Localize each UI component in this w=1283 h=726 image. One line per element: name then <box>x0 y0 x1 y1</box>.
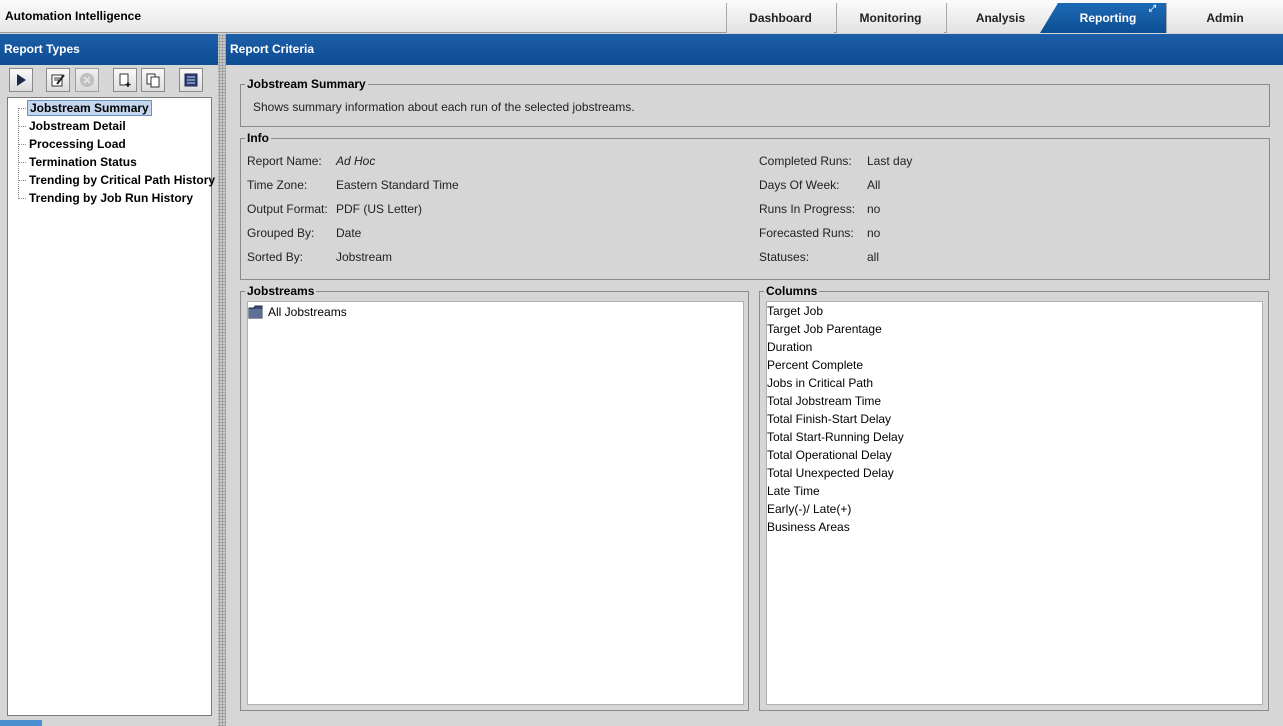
left-pane: Jobstream Summary Jobstream Detail Proce… <box>0 65 218 726</box>
top-bar: Automation Intelligence Dashboard Monito… <box>0 0 1283 33</box>
status-indicator <box>0 720 42 726</box>
info-group: Info Report Name: Ad Hoc Time Zone: East… <box>240 131 1270 280</box>
tree-item-jobstream-detail[interactable]: Jobstream Detail <box>27 118 128 134</box>
list-item[interactable]: Late Time <box>767 482 820 500</box>
pane-splitter[interactable] <box>218 34 226 726</box>
list-item[interactable]: Total Jobstream Time <box>767 392 881 410</box>
forecasted-runs-value: no <box>867 226 881 240</box>
expand-icon[interactable]: ⤢ <box>1149 3 1156 23</box>
report-types-tree[interactable]: Jobstream Summary Jobstream Detail Proce… <box>7 97 215 716</box>
tree-connector <box>18 144 26 145</box>
tab-dashboard[interactable]: Dashboard <box>726 3 834 33</box>
summary-title: Jobstream Summary <box>245 77 368 91</box>
run-report-button[interactable] <box>9 68 33 92</box>
folder-icon <box>248 305 263 319</box>
completed-runs-value: Last day <box>867 154 913 168</box>
copy-report-button[interactable] <box>141 68 165 92</box>
tree-item-jobstream-summary[interactable]: Jobstream Summary <box>27 100 152 116</box>
tab-monitoring[interactable]: Monitoring <box>836 3 944 33</box>
list-item[interactable]: Target Job <box>767 302 823 320</box>
summary-description: Shows summary information about each run… <box>253 100 635 114</box>
forecasted-runs-label: Forecasted Runs: <box>759 226 854 240</box>
tree-item-trending-critical-path[interactable]: Trending by Critical Path History <box>27 172 217 188</box>
sorted-by-value: Jobstream <box>336 250 393 264</box>
grouped-by-label: Grouped By: <box>247 226 315 240</box>
tree-item-processing-load[interactable]: Processing Load <box>27 136 128 152</box>
list-item[interactable]: Business Areas <box>767 518 850 536</box>
grouped-by-value: Date <box>336 226 362 240</box>
new-report-icon <box>119 73 131 87</box>
cancel-icon <box>80 73 94 87</box>
new-report-button[interactable] <box>113 68 137 92</box>
report-name-value: Ad Hoc <box>336 154 376 168</box>
tree-connector <box>18 108 26 109</box>
columns-group: Columns Target Job Target Job Parentage … <box>759 284 1269 711</box>
info-title: Info <box>245 131 271 145</box>
tab-analysis[interactable]: Analysis <box>946 3 1054 33</box>
list-item[interactable]: Jobs in Critical Path <box>767 374 873 392</box>
tree-connector <box>18 108 19 199</box>
columns-list[interactable]: Target Job Target Job Parentage Duration… <box>766 301 1263 705</box>
days-of-week-value: All <box>867 178 881 192</box>
jobstreams-list[interactable]: All Jobstreams <box>247 301 744 705</box>
tree-connector <box>18 180 26 181</box>
sorted-by-label: Sorted By: <box>247 250 304 264</box>
completed-runs-label: Completed Runs: <box>759 154 852 168</box>
report-types-header: Report Types <box>0 34 218 65</box>
jobstreams-title: Jobstreams <box>245 284 317 298</box>
tree-connector <box>18 162 26 163</box>
report-list-button[interactable] <box>179 68 203 92</box>
statuses-label: Statuses: <box>759 250 810 264</box>
jobstream-label: All Jobstreams <box>268 305 347 319</box>
list-item[interactable]: Total Start-Running Delay <box>767 428 904 446</box>
list-item[interactable]: Total Operational Delay <box>767 446 892 464</box>
tab-admin[interactable]: Admin <box>1166 3 1283 33</box>
edit-report-button[interactable] <box>46 68 70 92</box>
tree-item-termination-status[interactable]: Termination Status <box>27 154 139 170</box>
play-icon <box>17 74 26 86</box>
app-title: Automation Intelligence <box>5 9 142 23</box>
tree-item-trending-job-run[interactable]: Trending by Job Run History <box>27 190 195 206</box>
days-of-week-label: Days Of Week: <box>759 178 840 192</box>
list-item[interactable]: Percent Complete <box>767 356 863 374</box>
cancel-button[interactable] <box>75 68 99 92</box>
output-format-label: Output Format: <box>247 202 328 216</box>
summary-group: Jobstream Summary Shows summary informat… <box>240 77 1270 127</box>
tree-connector <box>18 126 26 127</box>
list-item[interactable]: Total Finish-Start Delay <box>767 410 891 428</box>
list-item[interactable]: All Jobstreams <box>248 304 347 320</box>
list-item[interactable]: Target Job Parentage <box>767 320 882 338</box>
list-item[interactable]: Total Unexpected Delay <box>767 464 894 482</box>
right-pane: Jobstream Summary Shows summary informat… <box>226 65 1283 726</box>
tab-reporting-label: Reporting <box>1079 11 1137 25</box>
tree-connector <box>18 198 26 199</box>
list-item[interactable]: Early(-)/ Late(+) <box>767 500 851 518</box>
runs-in-progress-value: no <box>867 202 881 216</box>
jobstreams-group: Jobstreams All Jobstreams <box>240 284 749 711</box>
runs-in-progress-label: Runs In Progress: <box>759 202 856 216</box>
tab-reporting[interactable]: Reporting ⤢ <box>1040 3 1166 33</box>
time-zone-label: Time Zone: <box>247 178 308 192</box>
statuses-value: all <box>867 250 880 264</box>
list-item[interactable]: Duration <box>767 338 812 356</box>
report-criteria-header: Report Criteria <box>226 34 1283 65</box>
columns-title: Columns <box>764 284 820 298</box>
output-format-value: PDF (US Letter) <box>336 202 423 216</box>
time-zone-value: Eastern Standard Time <box>336 178 459 192</box>
report-name-label: Report Name: <box>247 154 322 168</box>
copy-icon <box>146 73 160 88</box>
list-icon <box>184 73 198 87</box>
edit-icon <box>51 74 65 87</box>
